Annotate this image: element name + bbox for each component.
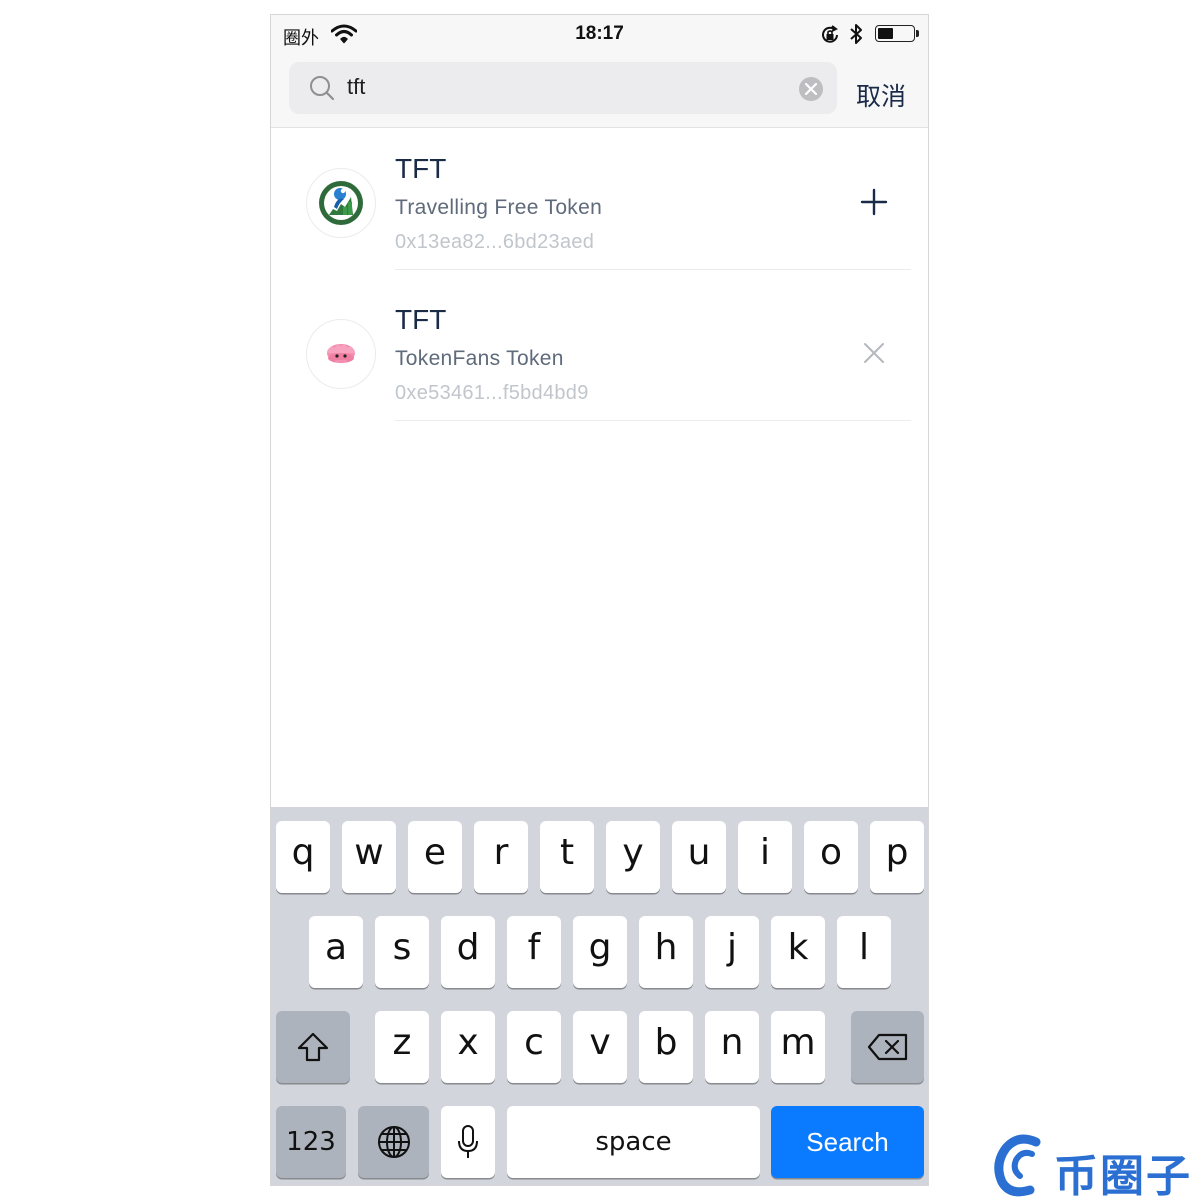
key-i[interactable]: i	[738, 821, 792, 893]
key-t[interactable]: t	[540, 821, 594, 893]
key-s[interactable]: s	[375, 916, 429, 988]
token-name: Travelling Free Token	[395, 196, 603, 219]
key-e[interactable]: e	[408, 821, 462, 893]
microphone-key[interactable]	[441, 1106, 495, 1178]
watermark-logo: 币圈子	[988, 1132, 1200, 1202]
search-header: tft 取消	[271, 55, 928, 128]
key-r[interactable]: r	[474, 821, 528, 893]
search-icon	[309, 75, 335, 106]
token-result-row[interactable]: TFT Travelling Free Token 0x13ea82...6bd…	[271, 128, 928, 278]
key-y[interactable]: y	[606, 821, 660, 893]
key-f[interactable]: f	[507, 916, 561, 988]
add-icon[interactable]	[859, 187, 889, 217]
token-logo	[306, 168, 376, 238]
key-g[interactable]: g	[573, 916, 627, 988]
space-key[interactable]: space	[507, 1106, 760, 1178]
row-divider	[395, 420, 911, 421]
shift-key[interactable]	[276, 1011, 350, 1083]
key-l[interactable]: l	[837, 916, 891, 988]
key-h[interactable]: h	[639, 916, 693, 988]
key-x[interactable]: x	[441, 1011, 495, 1083]
token-result-row[interactable]: TFT TokenFans Token 0xe53461...f5bd4bd9	[271, 279, 928, 429]
key-c[interactable]: c	[507, 1011, 561, 1083]
key-j[interactable]: j	[705, 916, 759, 988]
key-d[interactable]: d	[441, 916, 495, 988]
key-q[interactable]: q	[276, 821, 330, 893]
remove-icon[interactable]	[859, 338, 889, 368]
cancel-button[interactable]: 取消	[856, 77, 906, 113]
token-address: 0xe53461...f5bd4bd9	[395, 382, 589, 404]
globe-key[interactable]	[358, 1106, 429, 1178]
backspace-key[interactable]	[851, 1011, 924, 1083]
status-bar: 圈外 18:17	[271, 15, 928, 55]
key-u[interactable]: u	[672, 821, 726, 893]
clear-search-icon[interactable]	[799, 77, 823, 101]
key-m[interactable]: m	[771, 1011, 825, 1083]
row-divider	[395, 269, 911, 270]
search-field[interactable]: tft	[289, 62, 837, 114]
token-name: TokenFans Token	[395, 347, 564, 370]
key-b[interactable]: b	[639, 1011, 693, 1083]
key-o[interactable]: o	[804, 821, 858, 893]
battery-icon	[875, 25, 919, 42]
numbers-key[interactable]: 123	[276, 1106, 346, 1178]
microphone-icon	[458, 1125, 478, 1158]
key-v[interactable]: v	[573, 1011, 627, 1083]
token-logo	[306, 319, 376, 389]
rotation-lock-icon	[819, 24, 841, 51]
battery-level	[878, 28, 893, 39]
key-p[interactable]: p	[870, 821, 924, 893]
token-symbol: TFT	[395, 153, 447, 184]
key-w[interactable]: w	[342, 821, 396, 893]
watermark-icon	[994, 1134, 1041, 1197]
token-address: 0x13ea82...6bd23aed	[395, 231, 595, 253]
watermark-text: 币圈子	[1054, 1151, 1192, 1202]
search-input[interactable]: tft	[347, 74, 365, 100]
backspace-icon	[867, 1033, 907, 1061]
keyboard: q w e r t y u i o p a s d f g h j k l z …	[271, 807, 928, 1185]
key-n[interactable]: n	[705, 1011, 759, 1083]
key-z[interactable]: z	[375, 1011, 429, 1083]
key-a[interactable]: a	[309, 916, 363, 988]
shift-icon	[297, 1032, 329, 1062]
globe-icon	[377, 1126, 410, 1158]
key-k[interactable]: k	[771, 916, 825, 988]
phone-screen: 圈外 18:17 tft 取消 TFT Travelling Free Toke…	[270, 14, 929, 1186]
token-symbol: TFT	[395, 304, 447, 335]
bluetooth-icon	[849, 23, 863, 50]
search-button[interactable]: Search	[771, 1106, 924, 1178]
